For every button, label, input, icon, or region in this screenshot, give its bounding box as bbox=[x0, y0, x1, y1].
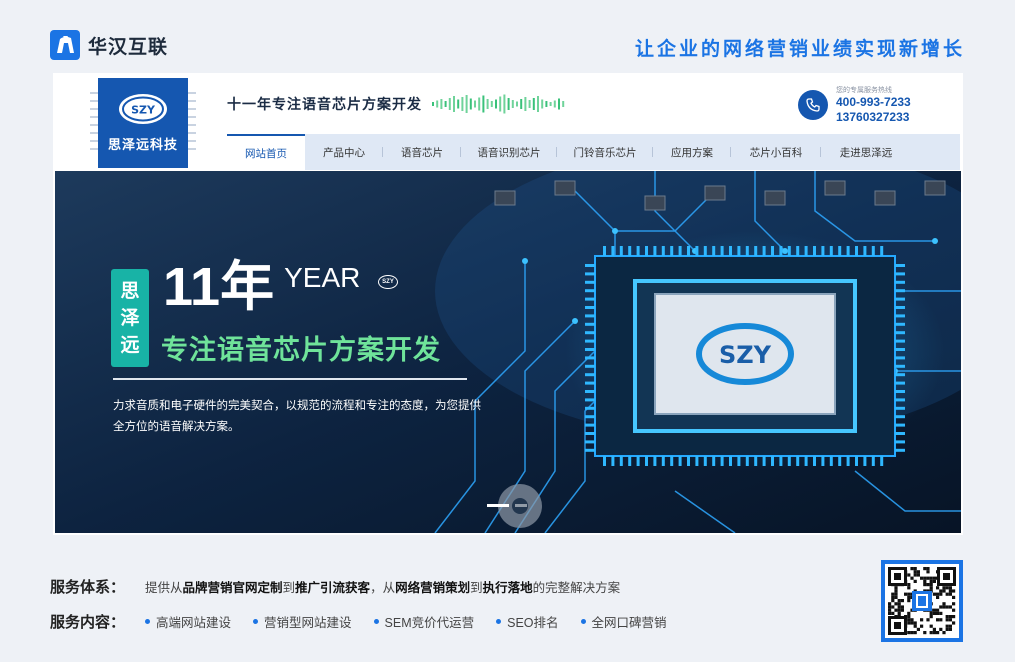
list-item-label: SEM竞价代运营 bbox=[384, 616, 475, 630]
svc-part: 的完整解决方案 bbox=[532, 581, 621, 595]
phone-number-mobile[interactable]: 13760327233 bbox=[836, 110, 911, 125]
hero-mini-logo: SZY bbox=[378, 275, 398, 289]
nav-label: 网站首页 bbox=[245, 147, 287, 160]
hero-subtitle: 专注语音芯片方案开发 bbox=[161, 335, 441, 365]
nav-label: 芯片小百科 bbox=[749, 146, 803, 159]
nav-solutions[interactable]: 应用方案 bbox=[653, 134, 731, 170]
website-preview-card: SZY 思泽远科技 十一年专注语音芯片方案开发 您的专属服务热线 400-993… bbox=[53, 73, 963, 535]
brand-logo-icon bbox=[50, 30, 80, 60]
nav-about[interactable]: 走进思泽远 bbox=[821, 134, 911, 170]
svc-part: 提供从 bbox=[145, 581, 183, 595]
nav-label: 走进思泽远 bbox=[839, 146, 893, 159]
svc-highlight: 推广引流获客 bbox=[295, 581, 371, 595]
nav-voice-chip[interactable]: 语音芯片 bbox=[383, 134, 461, 170]
bullet-icon bbox=[580, 619, 586, 624]
bullet-icon bbox=[145, 619, 150, 624]
carousel-dot-2[interactable] bbox=[515, 504, 527, 507]
nav-label: 产品中心 bbox=[323, 146, 365, 159]
bullet-icon bbox=[496, 619, 502, 624]
hero-tag-char: 远 bbox=[120, 334, 140, 356]
nav-label: 应用方案 bbox=[671, 146, 713, 159]
list-item[interactable]: SEO排名 bbox=[496, 612, 559, 631]
service-system: 服务体系： 提供从品牌营销官网定制到推广引流获客，从网络营销策划到执行落地的完整… bbox=[50, 576, 620, 597]
svc-part: 到 bbox=[470, 581, 483, 595]
list-item-label: 高端网站建设 bbox=[156, 616, 232, 630]
hero-heading: 11年 YEAR bbox=[163, 259, 360, 315]
phone-number-400[interactable]: 400-993-7233 bbox=[836, 95, 911, 110]
nav-chip-wiki[interactable]: 芯片小百科 bbox=[731, 134, 821, 170]
list-item[interactable]: SEM竞价代运营 bbox=[373, 612, 475, 631]
header-slogan: 十一年专注语音芯片方案开发 bbox=[227, 93, 568, 115]
sound-wave-icon bbox=[432, 94, 565, 114]
service-content-title: 服务内容： bbox=[50, 614, 126, 631]
nav-home[interactable]: 网站首页 bbox=[227, 134, 305, 170]
nav-label: 语音识别芯片 bbox=[477, 146, 541, 159]
qr-code[interactable] bbox=[881, 560, 963, 642]
svc-highlight: 网络营销策划 bbox=[395, 581, 471, 595]
hero-banner[interactable]: SZY 思 泽 远 11年 YEAR SZY 专注语音芯片方案开发 力求音质和电… bbox=[55, 171, 961, 533]
svc-highlight: 品牌营销官网定制 bbox=[182, 581, 283, 595]
hero-brand-tag: 思 泽 远 bbox=[111, 269, 149, 367]
hero-year-word: YEAR bbox=[284, 262, 361, 293]
list-item-label: 营销型网站建设 bbox=[264, 616, 352, 630]
hero-description: 力求音质和电子硬件的完美契合，以规范的流程和专注的态度，为您提供全方位的语音解决… bbox=[113, 400, 481, 433]
service-content-list: 高端网站建设 营销型网站建设 SEM竞价代运营 SEO排名 全网口碑营销 bbox=[145, 612, 667, 631]
hero-tag-char: 思 bbox=[120, 280, 140, 302]
contact-label: 您的专属服务热线 bbox=[836, 87, 892, 94]
list-item-label: 全网口碑营销 bbox=[591, 616, 667, 630]
service-content: 服务内容： 高端网站建设 营销型网站建设 SEM竞价代运营 SEO排名 全网口碑… bbox=[50, 611, 667, 632]
carousel-dots bbox=[487, 504, 527, 507]
hero-divider bbox=[113, 378, 467, 380]
phone-icon[interactable] bbox=[798, 90, 828, 120]
hero-years: 11年 bbox=[163, 257, 275, 317]
contact-block: 您的专属服务热线 400-993-7233 13760327233 bbox=[798, 85, 911, 125]
chip-logo-text: SZY bbox=[719, 341, 772, 369]
bullet-icon bbox=[373, 619, 379, 624]
svc-part: 到 bbox=[282, 581, 296, 595]
nav-products[interactable]: 产品中心 bbox=[305, 134, 383, 170]
hero-tag-char: 泽 bbox=[120, 307, 140, 329]
list-item[interactable]: 高端网站建设 bbox=[145, 612, 231, 631]
list-item[interactable]: 全网口碑营销 bbox=[580, 612, 667, 631]
main-nav: 网站首页 产品中心 语音芯片 语音识别芯片 门铃音乐芯片 应用方案 芯片小百科 … bbox=[227, 134, 960, 170]
list-item-label: SEO排名 bbox=[507, 616, 559, 630]
nav-label: 门铃音乐芯片 bbox=[573, 146, 637, 159]
chip-pins-decoration bbox=[90, 92, 196, 150]
list-item[interactable]: 营销型网站建设 bbox=[253, 612, 352, 631]
site-logo[interactable]: SZY 思泽远科技 bbox=[90, 78, 196, 168]
svc-highlight: 执行落地 bbox=[482, 581, 533, 595]
svc-part: ，从 bbox=[370, 581, 396, 595]
top-bar: 华汉互联 让企业的网络营销业绩实现新增长 bbox=[0, 0, 1015, 72]
brand-name: 华汉互联 bbox=[88, 36, 169, 58]
qr-code-icon bbox=[885, 564, 959, 638]
nav-speech-recognition-chip[interactable]: 语音识别芯片 bbox=[461, 134, 557, 170]
bullet-icon bbox=[253, 619, 259, 624]
service-system-title: 服务体系： bbox=[50, 579, 126, 596]
carousel-dot-1[interactable] bbox=[487, 504, 509, 507]
header-slogan-text: 十一年专注语音芯片方案开发 bbox=[227, 96, 422, 112]
brand[interactable]: 华汉互联 bbox=[50, 30, 168, 60]
nav-doorbell-music-chip[interactable]: 门铃音乐芯片 bbox=[557, 134, 653, 170]
nav-label: 语音芯片 bbox=[401, 146, 443, 159]
brand-slogan: 让企业的网络营销业绩实现新增长 bbox=[634, 39, 965, 60]
service-system-text: 提供从品牌营销官网定制到推广引流获客，从网络营销策划到执行落地的完整解决方案 bbox=[145, 577, 620, 596]
